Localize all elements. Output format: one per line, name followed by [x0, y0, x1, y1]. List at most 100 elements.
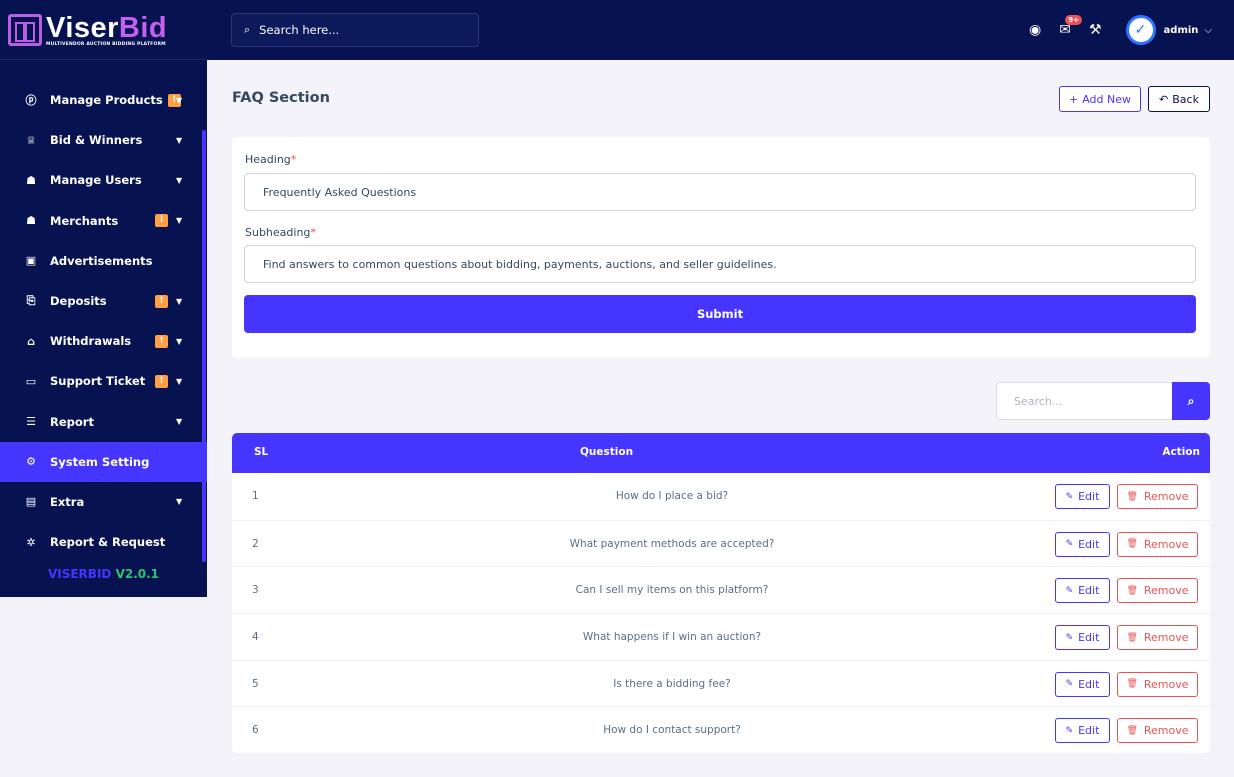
- sidebar-item-support-ticket[interactable]: ▭ Support Ticket! ▼: [0, 361, 207, 401]
- heading-field[interactable]: Frequently Asked Questions: [244, 173, 1196, 211]
- remove-label: Remove: [1143, 584, 1189, 598]
- warning-badge: !: [155, 374, 168, 388]
- table-search-input[interactable]: Search...: [996, 382, 1172, 420]
- table-row: 3 Can I sell my items on this platform? ✎ E…: [232, 566, 1210, 613]
- chevron-down-icon: ▼: [176, 95, 183, 105]
- sidebar-item-merchants[interactable]: ☗ Merchants! ▼: [0, 201, 207, 241]
- add-new-button[interactable]: + Add New: [1059, 86, 1141, 112]
- row-question: How do I place a bid?: [615, 490, 729, 502]
- remove-button[interactable]: 🗑 Remove: [1117, 484, 1198, 509]
- edit-button[interactable]: ✎ Edit: [1055, 531, 1110, 557]
- sidebar-item-label: Bid & Winners: [50, 133, 143, 148]
- table-row: 4 What happens if I win an auction? ✎ Edit 🗑…: [232, 613, 1210, 660]
- header-sl: SL: [254, 446, 269, 458]
- search-button[interactable]: ⌕: [1172, 382, 1210, 420]
- header-action: Action: [1162, 446, 1200, 458]
- pencil-icon: ✎: [1065, 539, 1074, 550]
- pencil-icon: ✎: [1065, 585, 1074, 596]
- globe-icon[interactable]: ◉: [1029, 22, 1041, 38]
- deposit-icon: ⎘: [26, 294, 36, 308]
- subheading-label: Subheading*: [245, 226, 316, 239]
- row-sl: 5: [252, 677, 259, 690]
- remove-button[interactable]: 🗑 Remove: [1117, 531, 1198, 557]
- table-header: SL Question Action: [232, 433, 1210, 473]
- pencil-icon: ✎: [1065, 632, 1074, 643]
- trash-icon: 🗑: [1126, 491, 1138, 502]
- remove-label: Remove: [1143, 724, 1189, 738]
- back-label: Back: [1172, 92, 1199, 106]
- sidebar-item-label: System Setting: [50, 454, 150, 469]
- edit-button[interactable]: ✎ Edit: [1055, 671, 1110, 697]
- sidebar-item-extra[interactable]: ▤ Extra ▼: [0, 482, 207, 522]
- ad-icon: ▣: [25, 254, 37, 268]
- chevron-down-icon: ▼: [176, 216, 183, 226]
- sidebar: ViserBid MULTIVENDOR AUCTION BIDDING PLA…: [0, 0, 207, 597]
- row-sl: 1: [252, 490, 259, 502]
- remove-label: Remove: [1143, 490, 1189, 503]
- pencil-icon: ✎: [1065, 491, 1074, 502]
- row-question: How do I contact support?: [603, 724, 741, 737]
- chevron-down-icon: ▼: [176, 497, 183, 507]
- sidebar-item-label: Advertisements: [50, 253, 153, 268]
- remove-button[interactable]: 🗑 Remove: [1117, 718, 1198, 744]
- report-icon: ☰: [26, 415, 36, 429]
- table-row: 6 How do I contact support? ✎ Edit 🗑 Remove: [232, 706, 1210, 753]
- trash-icon: 🗑: [1126, 679, 1138, 690]
- ticket-icon: ▭: [25, 374, 37, 388]
- notification-badge: 9+: [1065, 15, 1082, 25]
- row-sl: 3: [252, 584, 259, 597]
- header-question: Question: [580, 446, 634, 458]
- version-name: VISERBID: [47, 567, 112, 582]
- pencil-icon: ✎: [1065, 725, 1074, 736]
- global-search-input[interactable]: ⌕ Search here...: [231, 13, 479, 47]
- sidebar-item-bid-winners[interactable]: ♕ Bid & Winners ▼: [0, 120, 207, 160]
- trash-icon: 🗑: [1126, 585, 1138, 596]
- trash-icon: 🗑: [1126, 539, 1138, 550]
- pencil-icon: ✎: [1065, 679, 1074, 690]
- edit-button[interactable]: ✎ Edit: [1055, 625, 1110, 651]
- trash-icon: 🗑: [1126, 725, 1138, 736]
- remove-button[interactable]: 🗑 Remove: [1117, 578, 1198, 604]
- logo-icon: [8, 13, 42, 46]
- notification-icon[interactable]: ✉ 9+: [1059, 15, 1082, 38]
- sidebar-item-report[interactable]: ☰ Report ▼: [0, 402, 207, 442]
- remove-label: Remove: [1143, 677, 1189, 691]
- sidebar-item-advertisements[interactable]: ▣ Advertisements: [0, 241, 207, 281]
- edit-button[interactable]: ✎ Edit: [1055, 578, 1110, 604]
- merchants-icon: ☗: [26, 214, 36, 228]
- row-question: What payment methods are accepted?: [569, 537, 775, 550]
- sidebar-item-manage-users[interactable]: ☗ Manage Users ▼: [0, 160, 207, 200]
- brand-tagline: MULTIVENDOR AUCTION BIDDING PLATFORM: [46, 41, 166, 47]
- remove-button[interactable]: 🗑 Remove: [1117, 671, 1198, 697]
- warning-badge: !: [155, 334, 168, 348]
- sidebar-item-deposits[interactable]: ⎘ Deposits! ▼: [0, 281, 207, 321]
- table-body: 1 How do I place a bid? ✎ Edit 🗑 Remove 2 What …: [232, 473, 1210, 753]
- brand-name-accent: Bid: [118, 11, 168, 44]
- chevron-down-icon: ▼: [176, 175, 183, 185]
- brand-logo[interactable]: ViserBid MULTIVENDOR AUCTION BIDDING PLA…: [0, 0, 207, 60]
- back-arrow-icon: ↶: [1159, 92, 1169, 106]
- chevron-down-icon: ▼: [176, 376, 183, 386]
- edit-button[interactable]: ✎ Edit: [1055, 718, 1110, 744]
- chevron-down-icon[interactable]: ⌵: [1204, 25, 1212, 36]
- user-name[interactable]: admin: [1164, 25, 1199, 36]
- sidebar-item-label: Deposits: [50, 294, 107, 309]
- submit-button[interactable]: Submit: [244, 295, 1196, 333]
- warning-badge: !: [155, 294, 168, 308]
- wrench-icon[interactable]: ⚒: [1089, 22, 1102, 38]
- search-icon: ⌕: [244, 23, 251, 36]
- sidebar-item-system-setting[interactable]: ⚙ System Setting: [0, 441, 207, 482]
- version-number: V2.0.1: [115, 567, 160, 582]
- sidebar-item-report-request[interactable]: ✲ Report & Request: [0, 522, 207, 562]
- edit-label: Edit: [1078, 677, 1100, 691]
- avatar[interactable]: ✓: [1125, 15, 1156, 45]
- remove-button[interactable]: 🗑 Remove: [1117, 625, 1198, 651]
- subheading-field[interactable]: Find answers to common questions about b…: [244, 245, 1196, 283]
- back-button[interactable]: ↶ Back: [1148, 86, 1210, 112]
- sidebar-item-withdrawals[interactable]: ⌂ Withdrawals! ▼: [0, 321, 207, 361]
- global-search-placeholder: Search here...: [259, 23, 340, 37]
- edit-button[interactable]: ✎ Edit: [1055, 484, 1110, 509]
- sidebar-item-manage-products[interactable]: ⓟ Manage Products! ▼: [0, 80, 207, 120]
- product-icon: ⓟ: [25, 94, 37, 108]
- subheading-value: Find answers to common questions about b…: [263, 257, 777, 271]
